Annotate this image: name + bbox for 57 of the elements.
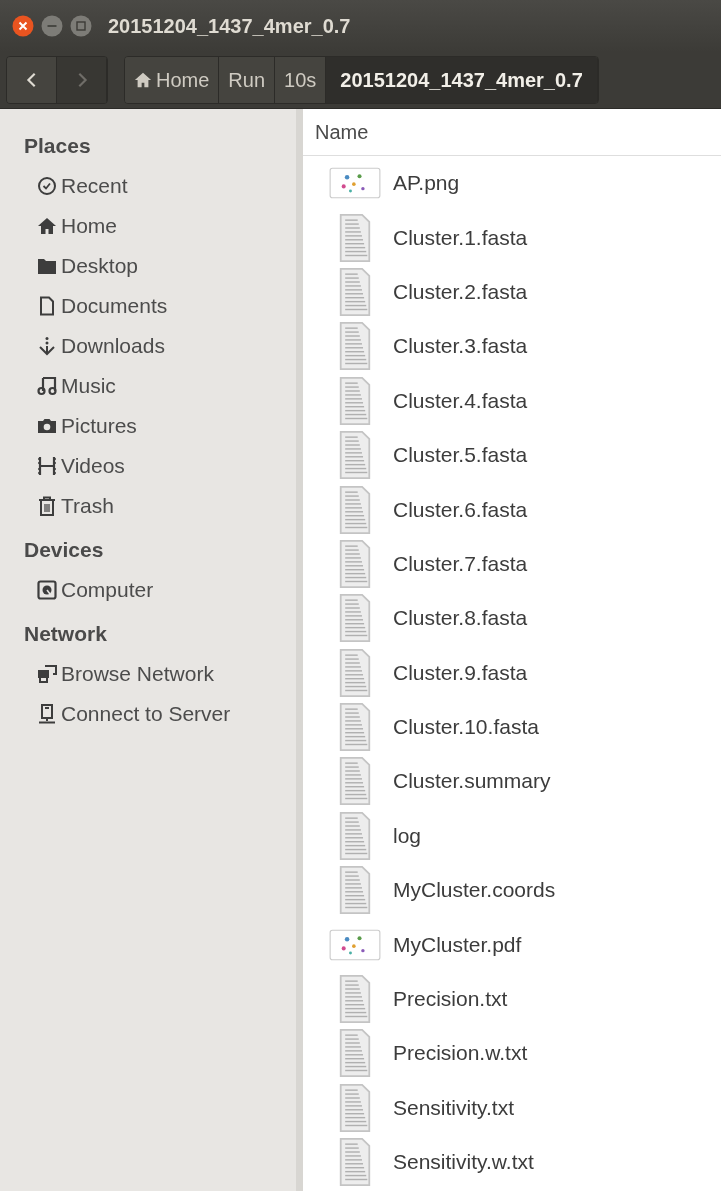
sidebar-item[interactable]: Connect to Server <box>24 694 296 734</box>
image-thumbnail-icon <box>329 167 381 200</box>
breadcrumb[interactable]: 20151204_1437_4mer_0.7 <box>326 57 598 103</box>
sidebar-item[interactable]: Browse Network <box>24 654 296 694</box>
document-icon <box>37 296 57 316</box>
section-heading: Network <box>24 621 108 647</box>
section-heading: Places <box>24 133 92 159</box>
home-icon <box>37 216 57 236</box>
file-name[interactable]: Sensitivity.w.txt <box>393 1150 534 1175</box>
file-name[interactable]: MyCluster.pdf <box>393 932 522 957</box>
file-name[interactable]: log <box>393 823 422 848</box>
file-name[interactable]: Cluster.10.fasta <box>393 715 539 740</box>
file-name[interactable]: Cluster.3.fasta <box>393 334 528 359</box>
minimize-icon[interactable] <box>41 15 63 37</box>
sidebar-item[interactable]: Pictures <box>24 406 296 446</box>
file-name[interactable]: Cluster.8.fasta <box>393 606 528 631</box>
file-name[interactable]: MyCluster.coords <box>393 878 556 903</box>
camera-icon <box>37 416 57 436</box>
file-name[interactable]: Cluster.4.fasta <box>393 388 528 413</box>
sidebar-item[interactable]: Trash <box>24 486 296 526</box>
breadcrumb[interactable]: Home <box>125 57 220 103</box>
network-icon <box>37 664 57 684</box>
file-name[interactable]: Precision.w.txt <box>393 1041 528 1066</box>
folder-icon <box>37 256 57 276</box>
file-name[interactable]: Cluster.7.fasta <box>393 551 528 576</box>
drive-icon <box>37 580 57 600</box>
close-icon[interactable] <box>12 15 34 37</box>
sidebar-item[interactable]: Recent <box>24 166 296 206</box>
window-title: 20151204_1437_4mer_0.7 <box>108 14 351 38</box>
music-note-icon <box>37 376 57 396</box>
file-name[interactable]: AP.png <box>393 171 460 196</box>
sidebar-item[interactable]: Home <box>24 206 296 246</box>
sidebar-item[interactable]: Downloads <box>24 326 296 366</box>
film-icon <box>37 456 57 476</box>
image-thumbnail-icon <box>329 928 381 961</box>
home-icon <box>134 71 152 89</box>
sidebar-item[interactable]: Music <box>24 366 296 406</box>
sidebar-item[interactable]: Documents <box>24 286 296 326</box>
section-heading: Devices <box>24 537 105 563</box>
trash-icon <box>37 496 57 516</box>
file-name[interactable]: Sensitivity.txt <box>393 1095 514 1120</box>
sidebar-item[interactable]: Desktop <box>24 246 296 286</box>
file-name[interactable]: Precision.txt <box>393 987 508 1012</box>
file-name[interactable]: Cluster.summary <box>393 769 551 794</box>
file-name[interactable]: Cluster.6.fasta <box>393 497 528 522</box>
server-icon <box>37 704 57 724</box>
back-button[interactable] <box>7 57 57 103</box>
sidebar-item[interactable]: Videos <box>24 446 296 486</box>
file-name[interactable]: Cluster.9.fasta <box>393 660 528 685</box>
file-name[interactable]: Cluster.5.fasta <box>393 443 528 468</box>
clock-icon <box>37 176 57 196</box>
maximize-icon[interactable] <box>70 15 92 37</box>
download-icon <box>37 336 57 356</box>
file-name[interactable]: Cluster.1.fasta <box>393 225 528 250</box>
file-name[interactable]: Cluster.2.fasta <box>393 279 528 304</box>
sidebar-item[interactable]: Computer <box>24 570 296 610</box>
column-header[interactable]: Name <box>303 120 369 144</box>
